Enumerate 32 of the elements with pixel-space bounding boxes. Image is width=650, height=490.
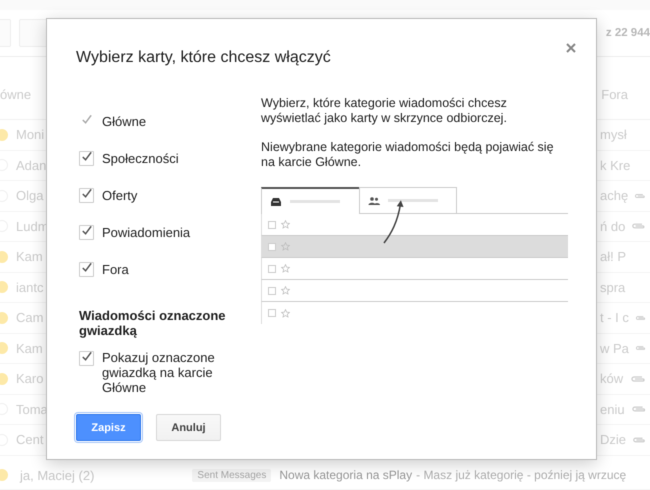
checkbox-label[interactable]: Pokazuj oznaczone gwiazdką na karcie Główne — [102, 350, 232, 395]
checkbox-icon — [268, 286, 276, 294]
message-subject: Nowa kategoria na sPlay — [279, 468, 412, 482]
message-snippet: - Masz już kategorię - poźniej ją wrzucę — [416, 468, 626, 482]
checkbox[interactable] — [79, 151, 94, 166]
checkbox[interactable] — [79, 351, 94, 366]
inbox-icon — [270, 196, 282, 206]
people-icon — [368, 196, 380, 206]
star-icon — [281, 308, 290, 318]
star-icon — [281, 264, 290, 273]
dialog-button[interactable]: Anuluj — [156, 414, 221, 441]
checkbox-icon — [268, 264, 276, 272]
star-icon — [281, 242, 290, 251]
label-tag: Sent Messages — [192, 468, 272, 482]
star-icon — [281, 286, 290, 295]
dialog-title: Wybierz karty, które chcesz włączyć — [76, 49, 331, 67]
checkbox-icon — [268, 242, 276, 250]
checkbox-label[interactable]: Społeczności — [102, 151, 179, 166]
description-text: Niewybrane kategorie wiadomości będą pojawiać się na karcie Główne. — [261, 140, 555, 170]
checkbox-icon — [268, 309, 276, 317]
star-icon — [281, 220, 290, 229]
checkbox[interactable] — [79, 262, 94, 277]
close-icon[interactable] — [566, 43, 576, 53]
checkbox-label[interactable]: Powiadomienia — [102, 225, 190, 240]
checkbox-label[interactable]: Oferty — [102, 188, 138, 203]
message-count: z 22 944 — [606, 27, 650, 39]
section-heading: Wiadomości oznaczone gwiazdką — [79, 308, 227, 338]
description-text: Wybierz, które kategorie wiadomości chcesz wyświetlać jako karty w skrzynce odbiorczej. — [261, 96, 508, 126]
checkbox[interactable] — [79, 225, 94, 240]
checkbox[interactable] — [79, 188, 94, 203]
checkbox-icon — [268, 220, 276, 228]
checkbox-label[interactable]: Fora — [102, 262, 129, 277]
